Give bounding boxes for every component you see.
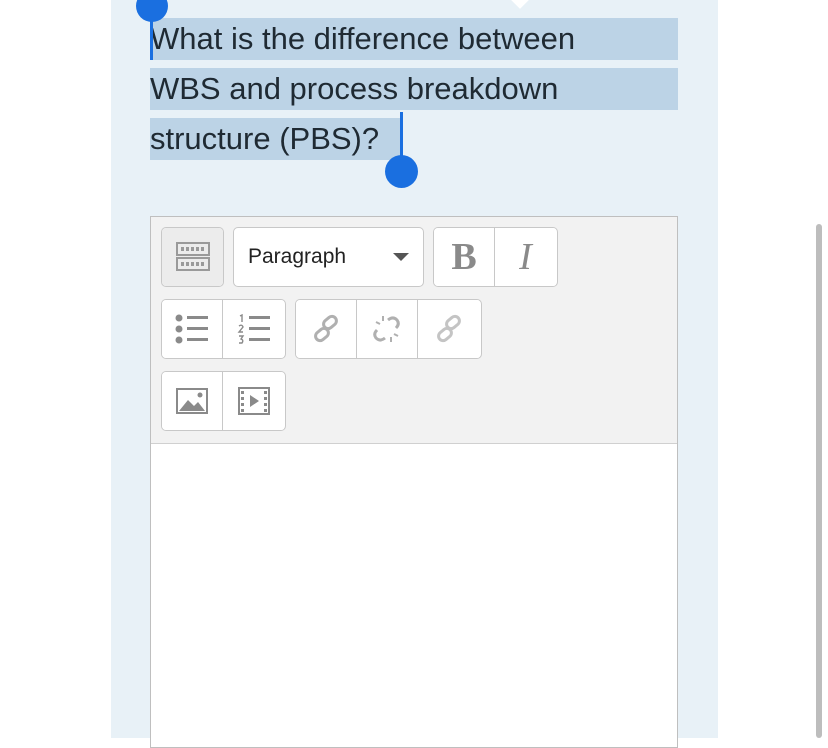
- paragraph-style-select[interactable]: Paragraph: [233, 227, 424, 287]
- selection-start-caret: [150, 16, 153, 60]
- selection-end-handle[interactable]: [385, 155, 418, 188]
- unordered-list-button[interactable]: [162, 300, 223, 358]
- bold-button[interactable]: B: [434, 228, 495, 286]
- insert-media-button[interactable]: [223, 372, 284, 430]
- manage-files-icon: [436, 314, 461, 343]
- ordered-list-button[interactable]: [223, 300, 284, 358]
- toolbar-group-links: [295, 299, 482, 359]
- question-line: structure (PBS)?: [150, 121, 380, 156]
- bold-icon: B: [451, 236, 477, 278]
- editor-content-area[interactable]: [151, 444, 677, 744]
- selection-end-caret: [400, 112, 403, 160]
- media-icon: [237, 387, 270, 415]
- link-icon: [314, 314, 338, 343]
- editor-toolbar: Paragraph B I: [151, 217, 677, 444]
- unlink-button[interactable]: [357, 300, 418, 358]
- link-button[interactable]: [296, 300, 357, 358]
- card-notch: [510, 0, 530, 9]
- unordered-list-icon: [175, 314, 208, 344]
- toolbar-toggle-icon: [175, 242, 210, 271]
- paragraph-select-value: Paragraph: [248, 245, 347, 268]
- image-icon: [176, 388, 208, 414]
- ordered-list-icon: [237, 314, 270, 344]
- rich-text-editor: Paragraph B I: [150, 216, 678, 748]
- toolbar-group-format: B I: [433, 227, 558, 287]
- scrollbar[interactable]: [816, 224, 822, 738]
- unlink-icon: [373, 316, 400, 342]
- question-text[interactable]: What is the difference between WBS and p…: [150, 14, 690, 164]
- chevron-down-icon: [393, 253, 409, 261]
- italic-button[interactable]: I: [495, 228, 556, 286]
- insert-image-button[interactable]: [162, 372, 223, 430]
- toolbar-group-media: [161, 371, 286, 431]
- toolbar-toggle-button[interactable]: [162, 228, 223, 286]
- italic-icon: I: [519, 236, 532, 278]
- question-line: What is the difference between: [150, 21, 576, 56]
- toolbar-group-lists: [161, 299, 286, 359]
- manage-files-button[interactable]: [418, 300, 479, 358]
- toolbar-group-collapse: [161, 227, 224, 287]
- question-line: WBS and process breakdown: [150, 71, 559, 106]
